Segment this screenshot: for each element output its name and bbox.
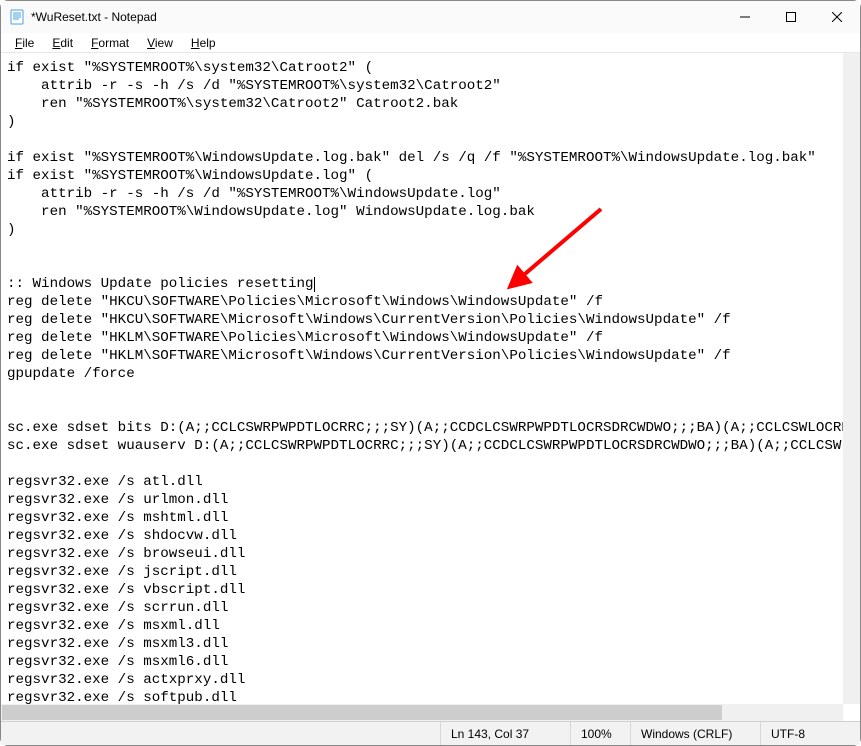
status-zoom: 100% [570, 722, 630, 745]
status-line-ending: Windows (CRLF) [630, 722, 760, 745]
statusbar: Ln 143, Col 37 100% Windows (CRLF) UTF-8 [1, 721, 860, 745]
status-encoding: UTF-8 [760, 722, 860, 745]
scrollbar-thumb[interactable] [2, 705, 722, 720]
titlebar: *WuReset.txt - Notepad [1, 1, 860, 33]
vertical-scrollbar[interactable] [843, 53, 860, 704]
maximize-button[interactable] [768, 1, 814, 33]
horizontal-scrollbar[interactable] [1, 704, 843, 721]
menu-edit[interactable]: Edit [44, 35, 81, 51]
menubar: File Edit Format View Help [1, 33, 860, 53]
text-content[interactable]: if exist "%SYSTEMROOT%\system32\Catroot2… [1, 53, 860, 721]
menu-help[interactable]: Help [183, 35, 224, 51]
menu-file[interactable]: File [7, 35, 42, 51]
close-button[interactable] [814, 1, 860, 33]
minimize-button[interactable] [722, 1, 768, 33]
menu-format[interactable]: Format [83, 35, 137, 51]
status-position: Ln 143, Col 37 [440, 722, 570, 745]
window-title: *WuReset.txt - Notepad [31, 10, 157, 24]
editor-area[interactable]: if exist "%SYSTEMROOT%\system32\Catroot2… [1, 53, 860, 721]
notepad-app-icon [9, 9, 25, 25]
menu-view[interactable]: View [139, 35, 181, 51]
